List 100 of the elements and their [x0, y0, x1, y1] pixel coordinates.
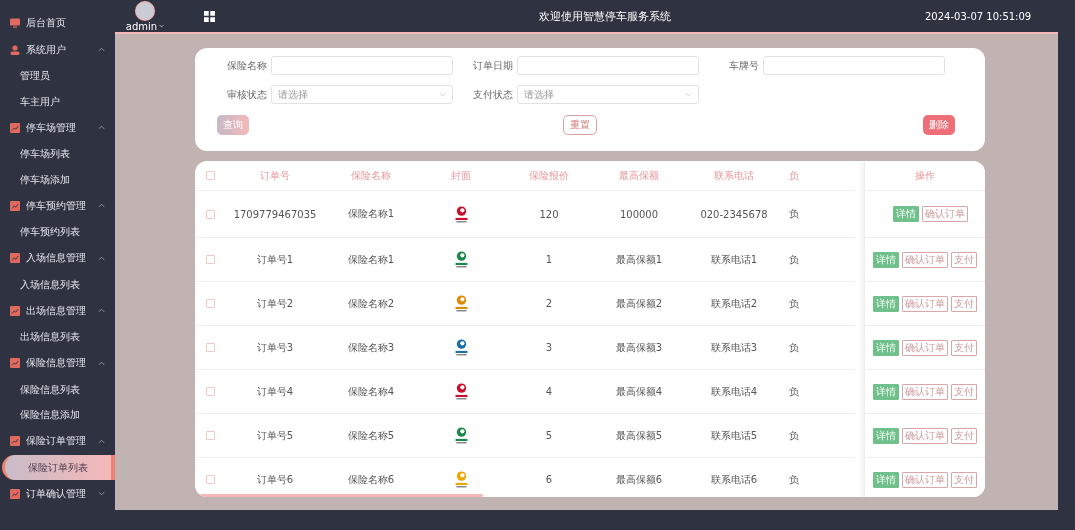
sidebar-item[interactable]: 保险订单管理 [0, 427, 115, 455]
submenu-item[interactable]: 入场信息列表 [0, 271, 115, 297]
column-header: 负 [789, 169, 799, 181]
menu-label: 保险信息管理 [26, 356, 87, 370]
sidebar-item[interactable]: 停车场管理 [0, 114, 115, 141]
submenu-item[interactable]: 停车场添加 [0, 166, 115, 192]
table-cell: 联系电话1 [710, 253, 758, 265]
reset-button[interactable]: 重置 [563, 115, 597, 135]
user-icon [10, 44, 20, 55]
confirm-button[interactable]: 确认订单 [921, 206, 968, 222]
field-label: 支付状态 [472, 87, 513, 102]
checkbox[interactable] [205, 475, 215, 484]
table-cell: 100000 [619, 208, 659, 220]
detail-button[interactable]: 详情 [892, 206, 919, 222]
checkbox[interactable] [205, 299, 215, 308]
sidebar-item[interactable]: 入场信息管理 [0, 244, 115, 272]
sidebar-item[interactable]: 系统用户 [0, 36, 115, 63]
table-cell: 最高保额2 [615, 297, 663, 309]
input-field[interactable] [763, 56, 945, 75]
table-cell: 保险名称1 [347, 208, 395, 219]
avatar-icon[interactable] [135, 0, 155, 21]
checkbox[interactable] [205, 255, 215, 264]
menu-label: 出场信息管理 [26, 303, 87, 318]
chart-icon [10, 305, 20, 316]
table-cell: 5 [545, 430, 553, 441]
column-header: 最高保额 [619, 169, 659, 181]
table-cell: 负 [789, 473, 799, 485]
sidebar-item[interactable]: 后台首页 [0, 9, 115, 36]
menu-label: 保险订单管理 [26, 434, 87, 448]
table-cell: 2 [545, 298, 553, 309]
detail-button[interactable]: 详情 [873, 383, 899, 400]
table-cell: 联系电话5 [710, 429, 758, 441]
datetime: 2024-03-07 10:51:09 [925, 10, 1033, 22]
input-field[interactable] [271, 56, 453, 75]
column-header: 操作 [915, 168, 935, 183]
table-cell: 负 [789, 208, 799, 219]
confirm-button[interactable]: 确认订单 [902, 471, 948, 488]
grid-icon[interactable] [204, 10, 215, 22]
table-cell: 保险名称5 [347, 429, 395, 441]
submenu-item[interactable]: 保险信息列表 [0, 376, 115, 402]
checkbox[interactable] [205, 431, 215, 440]
input-field[interactable] [517, 56, 699, 75]
chart-icon [10, 253, 20, 263]
select-field[interactable]: 请选择 [271, 85, 453, 104]
pay-button[interactable]: 支付 [951, 339, 977, 356]
detail-button[interactable]: 详情 [873, 471, 899, 488]
table-cell: 联系电话6 [710, 473, 758, 485]
confirm-button[interactable]: 确认订单 [902, 339, 948, 356]
detail-button[interactable]: 详情 [873, 427, 899, 444]
table-cell: 最高保额5 [615, 429, 663, 441]
submenu-item[interactable]: 车主用户 [0, 88, 115, 114]
pay-button[interactable]: 支付 [951, 471, 977, 488]
select-field[interactable]: 请选择 [517, 85, 699, 104]
scrollbar[interactable] [200, 494, 483, 497]
checkbox[interactable] [205, 387, 215, 396]
table-cell: 保险名称1 [347, 253, 395, 265]
submenu-item[interactable]: 保险信息添加 [0, 402, 115, 428]
pay-button[interactable]: 支付 [951, 383, 977, 400]
submenu-item[interactable]: 停车场列表 [0, 141, 115, 167]
delete-button[interactable]: 删除 [923, 115, 955, 135]
confirm-button[interactable]: 确认订单 [902, 295, 948, 312]
field-label: 车牌号 [728, 58, 759, 73]
sidebar-item[interactable]: 订单确认管理 [0, 480, 115, 507]
column-header: 联系电话 [714, 169, 754, 181]
table-cell: 4 [545, 386, 553, 397]
user-menu[interactable]: admin [125, 20, 158, 32]
submenu-item[interactable]: 出场信息列表 [0, 324, 115, 350]
checkbox[interactable] [205, 209, 215, 219]
table-cell: 联系电话2 [710, 297, 758, 309]
chevron-icon [98, 47, 105, 52]
checkbox[interactable] [205, 171, 215, 180]
chevron-icon [98, 255, 105, 261]
column-header: 订单号 [260, 169, 290, 181]
pay-button[interactable]: 支付 [951, 427, 977, 444]
table-cell: 负 [789, 429, 799, 441]
chart-icon [10, 122, 20, 133]
checkbox[interactable] [205, 343, 215, 352]
caret-icon[interactable] [159, 24, 165, 28]
pay-button[interactable]: 支付 [951, 251, 977, 268]
search-button[interactable]: 查询 [217, 115, 249, 135]
detail-button[interactable]: 详情 [873, 295, 899, 312]
sidebar-item[interactable]: 出场信息管理 [0, 297, 115, 324]
submenu-item[interactable]: 停车预约列表 [0, 219, 115, 245]
submenu-item[interactable]: 管理员 [0, 63, 115, 89]
table-cell: 120 [539, 208, 559, 220]
table-cell: 订单号6 [256, 473, 294, 485]
confirm-button[interactable]: 确认订单 [902, 427, 948, 444]
table-cell: 最高保额4 [615, 385, 663, 397]
detail-button[interactable]: 详情 [873, 339, 899, 356]
sidebar-item[interactable]: 停车预约管理 [0, 192, 115, 219]
table-cell: 1 [545, 254, 553, 265]
page-title: 欢迎使用智慧停车服务系统 [538, 8, 672, 24]
confirm-button[interactable]: 确认订单 [902, 251, 948, 268]
submenu-item[interactable]: 保险订单列表 [2, 454, 115, 480]
confirm-button[interactable]: 确认订单 [902, 383, 948, 400]
chevron-icon [98, 438, 105, 444]
pay-button[interactable]: 支付 [951, 295, 977, 312]
chevron-icon [98, 308, 105, 313]
detail-button[interactable]: 详情 [873, 251, 899, 268]
sidebar-item[interactable]: 保险信息管理 [0, 349, 115, 377]
